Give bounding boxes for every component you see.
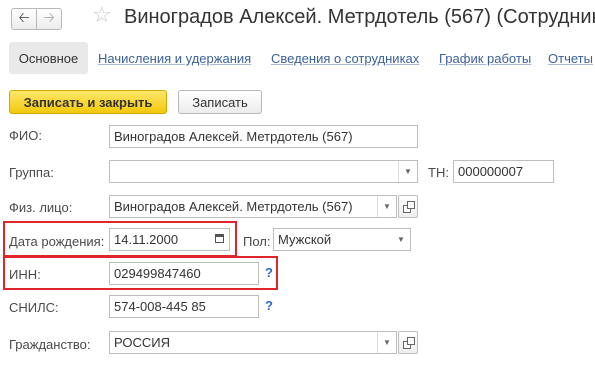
favorite-star-icon[interactable]: ☆: [92, 4, 112, 26]
inn-highlight: [3, 256, 278, 290]
forward-button[interactable]: 🡢: [36, 8, 62, 30]
snils-help-icon[interactable]: ?: [265, 298, 273, 313]
tab-accruals[interactable]: Начисления и удержания: [98, 51, 251, 66]
tab-schedule[interactable]: График работы: [439, 51, 531, 66]
snils-label: СНИЛС:: [9, 300, 59, 315]
arrow-left-icon: 🡠: [18, 9, 30, 25]
tab-main[interactable]: Основное: [9, 42, 88, 74]
sex-value: Мужской: [278, 232, 332, 247]
tn-label: ТН:: [428, 165, 449, 180]
tab-employee-info[interactable]: Сведения о сотрудниках: [271, 51, 419, 66]
tn-value: 000000007: [458, 164, 524, 179]
chevron-down-icon[interactable]: ▼: [377, 196, 396, 217]
fio-label: ФИО:: [9, 128, 42, 143]
tab-reports[interactable]: Отчеты: [548, 51, 593, 66]
chevron-down-icon[interactable]: ▼: [377, 332, 396, 353]
fio-field[interactable]: Виноградов Алексей. Метрдотель (567): [109, 125, 418, 148]
citizenship-value: РОССИЯ: [114, 335, 171, 350]
person-label: Физ. лицо:: [9, 200, 73, 215]
person-field[interactable]: Виноградов Алексей. Метрдотель (567) ▼: [109, 195, 397, 218]
snils-value: 574-008-445 85: [114, 299, 206, 314]
tn-field[interactable]: 000000007: [453, 160, 554, 183]
open-person-button[interactable]: [398, 195, 418, 218]
citizenship-label: Гражданство:: [9, 337, 91, 352]
arrow-right-icon: 🡢: [43, 9, 55, 25]
birth-date-highlight: [3, 221, 237, 257]
open-citizenship-button[interactable]: [398, 331, 418, 354]
fio-value: Виноградов Алексей. Метрдотель (567): [114, 129, 353, 144]
citizenship-field[interactable]: РОССИЯ ▼: [109, 331, 397, 354]
sex-label: Пол:: [243, 234, 271, 249]
person-value: Виноградов Алексей. Метрдотель (567): [114, 199, 353, 214]
sex-select[interactable]: Мужской ▼: [273, 228, 411, 251]
snils-field[interactable]: 574-008-445 85: [109, 295, 259, 318]
save-and-close-button[interactable]: Записать и закрыть: [9, 90, 167, 114]
group-field[interactable]: ▼: [109, 160, 418, 183]
save-button[interactable]: Записать: [178, 90, 262, 114]
back-button[interactable]: 🡠: [11, 8, 37, 30]
chevron-down-icon[interactable]: ▼: [398, 161, 417, 182]
window-title: Виноградов Алексей. Метрдотель (567) (Со…: [124, 6, 595, 28]
group-label: Группа:: [9, 165, 54, 180]
chevron-down-icon[interactable]: ▼: [392, 229, 410, 250]
